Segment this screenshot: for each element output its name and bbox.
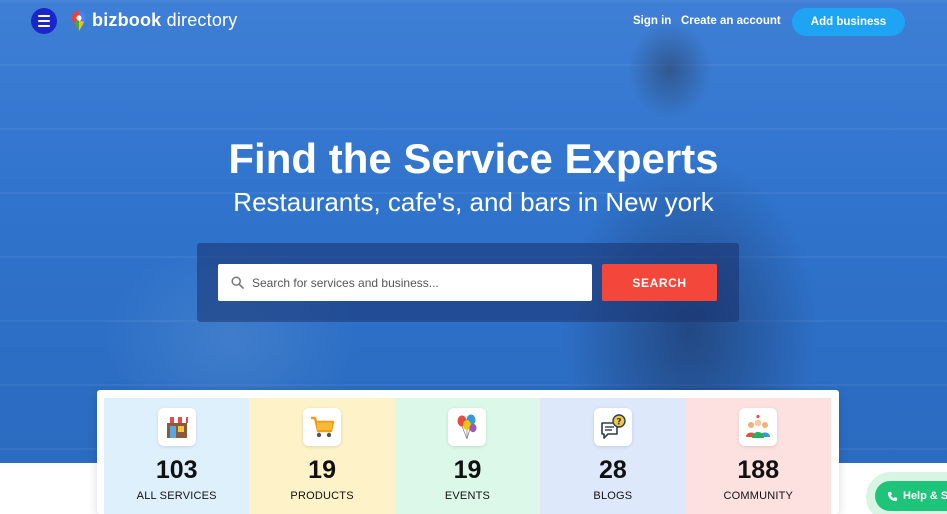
logo-text-bold: bizbook	[92, 10, 162, 30]
search-input[interactable]	[252, 264, 592, 301]
shopping-cart-icon	[303, 408, 342, 446]
stat-label: PRODUCTS	[290, 490, 354, 502]
stat-count: 28	[598, 456, 627, 484]
stats-panel: 103 ALL SERVICES 19 PRODUCTS 19 EVENTS ?…	[97, 390, 839, 514]
stat-label: COMMUNITY	[723, 490, 794, 502]
search-icon	[231, 276, 244, 289]
svg-text:?: ?	[616, 418, 621, 428]
logo-text-light: directory	[161, 10, 238, 30]
community-icon	[739, 408, 778, 446]
stat-count: 19	[453, 456, 482, 484]
search-button[interactable]: SEARCH	[602, 264, 717, 301]
stat-events[interactable]: 19 EVENTS	[394, 398, 541, 514]
hero-subtitle: Restaurants, cafe's, and bars in New yor…	[233, 187, 714, 217]
stat-count: 103	[155, 456, 198, 484]
balloons-icon	[448, 408, 487, 446]
shop-icon	[157, 408, 196, 446]
stat-label: ALL SERVICES	[136, 490, 217, 502]
map-pin-icon	[72, 10, 86, 31]
help-label: Help & Su	[903, 490, 947, 502]
add-business-button[interactable]: Add business	[792, 8, 905, 36]
chat-bubble-icon: ?	[593, 408, 632, 446]
help-button[interactable]: Help & Su	[875, 481, 947, 511]
stat-count: 188	[737, 456, 780, 484]
stat-community[interactable]: 188 COMMUNITY	[685, 398, 831, 514]
stats-row: 103 ALL SERVICES 19 PRODUCTS 19 EVENTS ?…	[104, 398, 831, 514]
stat-label: BLOGS	[593, 490, 633, 502]
stat-products[interactable]: 19 PRODUCTS	[249, 398, 395, 514]
phone-icon	[887, 491, 898, 501]
stat-label: EVENTS	[444, 490, 491, 502]
search-box[interactable]	[218, 264, 592, 301]
stat-count: 19	[308, 456, 336, 484]
hero-title: Find the Service Experts	[228, 135, 719, 182]
search-panel: SEARCH	[197, 243, 739, 322]
logo[interactable]: bizbook directory	[72, 10, 237, 31]
stat-all-services[interactable]: 103 ALL SERVICES	[104, 398, 250, 514]
stat-blogs[interactable]: ? 28 BLOGS	[540, 398, 686, 514]
menu-icon[interactable]	[31, 8, 57, 34]
sign-in-link[interactable]: Sign in	[633, 15, 671, 27]
create-account-link[interactable]: Create an account	[681, 15, 781, 27]
